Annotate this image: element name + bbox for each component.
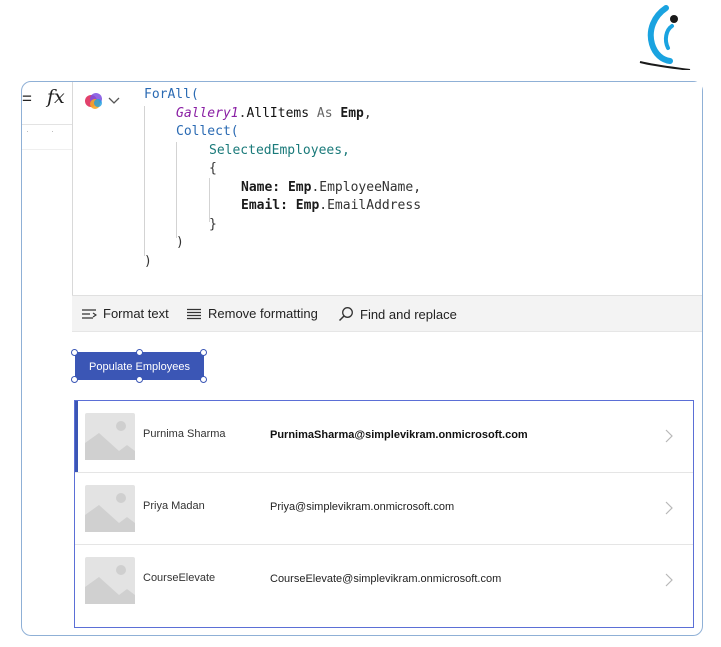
find-replace-button[interactable]: Find and replace: [338, 306, 457, 322]
employee-name: CourseElevate: [143, 572, 216, 584]
remove-formatting-icon: [187, 308, 201, 319]
format-text-button[interactable]: Format text: [81, 306, 169, 321]
resize-handle[interactable]: [200, 349, 207, 356]
fx-label: fx: [47, 86, 65, 108]
code-line: {: [209, 161, 217, 176]
code-line: Gallery1.AllItems As Emp,: [176, 106, 372, 121]
resize-handle[interactable]: [136, 376, 143, 383]
chevron-right-icon[interactable]: [665, 501, 673, 515]
code-line: ): [144, 254, 152, 269]
code-line: SelectedEmployees,: [209, 143, 350, 158]
code-line: Collect(: [176, 124, 239, 139]
resize-handle[interactable]: [136, 349, 143, 356]
search-icon: [338, 307, 353, 322]
gallery-row[interactable]: Purnima Sharma PurnimaSharma@simplevikra…: [75, 401, 693, 472]
code-line: ): [176, 235, 184, 250]
copilot-icon[interactable]: [84, 92, 104, 110]
employee-name: Purnima Sharma: [143, 428, 226, 440]
resize-handle[interactable]: [200, 376, 207, 383]
chevron-right-icon[interactable]: [665, 573, 673, 587]
image-placeholder-icon: [85, 413, 135, 460]
selected-row-indicator: [75, 401, 78, 472]
employee-name: Priya Madan: [143, 500, 205, 512]
indent-guide: [144, 106, 145, 256]
code-line: Name: Emp.EmployeeName,: [241, 180, 422, 195]
gutter-dots: ··: [26, 126, 76, 136]
equals-sign: =: [22, 89, 32, 108]
code-line: Email: Emp.EmailAddress: [241, 198, 422, 213]
indent-guide: [176, 142, 177, 238]
format-text-icon: [82, 308, 97, 319]
gutter-divider: [22, 124, 72, 125]
logo-icon: [639, 5, 691, 70]
remove-formatting-button[interactable]: Remove formatting: [186, 306, 318, 321]
employee-email: Priya@simplevikram.onmicrosoft.com: [270, 501, 455, 513]
code-line: }: [209, 217, 217, 232]
remove-formatting-label: Remove formatting: [208, 306, 318, 321]
chevron-right-icon[interactable]: [665, 429, 673, 443]
chevron-down-icon[interactable]: [108, 96, 120, 106]
employee-email: PurnimaSharma@simplevikram.onmicrosoft.c…: [270, 429, 528, 441]
gallery-row[interactable]: CourseElevate CourseElevate@simplevikram…: [75, 545, 693, 616]
image-placeholder-icon: [85, 557, 135, 604]
resize-handle[interactable]: [71, 349, 78, 356]
code-line: ForAll(: [144, 87, 199, 102]
gallery-row[interactable]: Priya Madan Priya@simplevikram.onmicroso…: [75, 473, 693, 544]
format-text-label: Format text: [103, 306, 169, 321]
gutter-divider: [22, 149, 72, 150]
resize-handle[interactable]: [71, 376, 78, 383]
employee-email: CourseElevate@simplevikram.onmicrosoft.c…: [270, 573, 502, 585]
find-replace-label: Find and replace: [360, 306, 457, 322]
image-placeholder-icon: [85, 485, 135, 532]
